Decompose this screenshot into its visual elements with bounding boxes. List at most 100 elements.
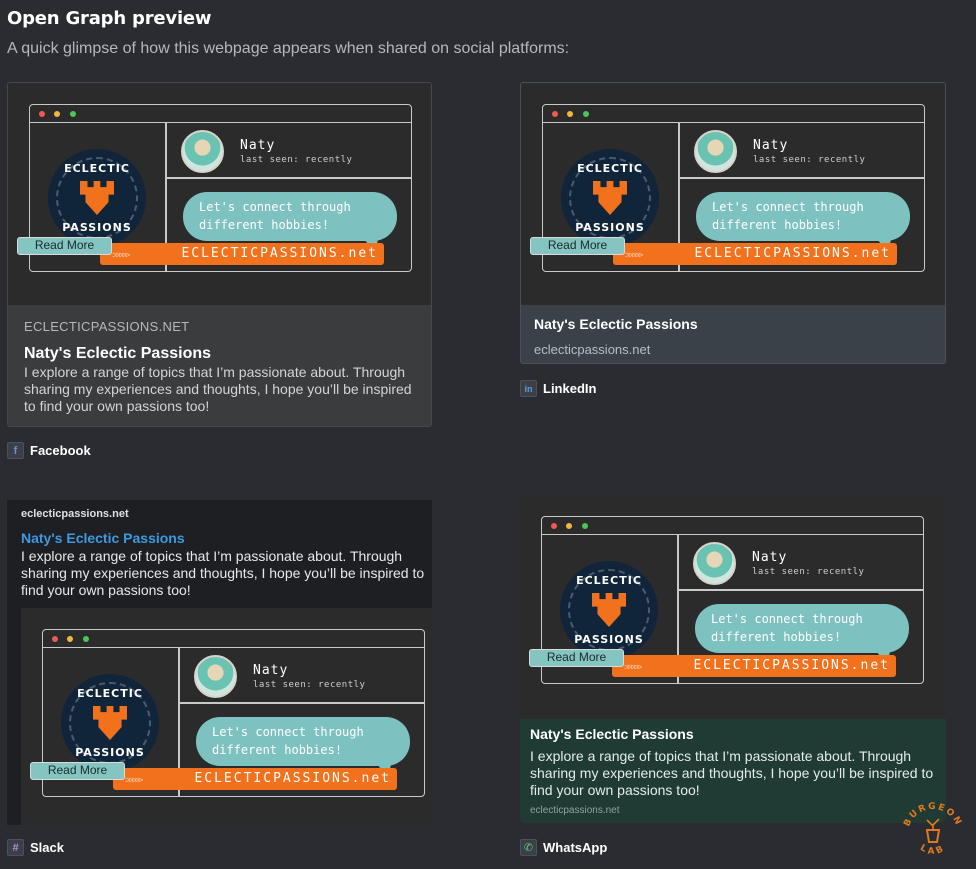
- divider: [178, 702, 424, 704]
- og-image: ECLECTIC PASSIONS Naty last seen: recent…: [8, 83, 431, 305]
- chevrons-decoration: >>>>>: [112, 250, 130, 260]
- logo-text-bottom: PASSIONS: [75, 746, 145, 759]
- read-more-button: Read More: [529, 649, 624, 667]
- preview-description: I explore a range of topics that I’m pas…: [21, 548, 425, 598]
- profile-name: Naty: [253, 663, 289, 678]
- logo-text-top: ECLECTIC: [576, 574, 642, 587]
- browser-topbar: [542, 517, 923, 535]
- og-image: ECLECTIC PASSIONS Naty last seen: recent…: [520, 495, 946, 719]
- logo-text-bottom: PASSIONS: [574, 633, 644, 646]
- last-seen: last seen: recently: [253, 680, 366, 690]
- chat-bubble: Let's connect through different hobbies!: [196, 717, 410, 766]
- slack-icon: #: [7, 839, 24, 856]
- last-seen: last seen: recently: [752, 567, 865, 577]
- close-dot-icon: [551, 523, 557, 529]
- platform-name: Facebook: [30, 443, 91, 458]
- profile-name: Naty: [752, 550, 788, 565]
- preview-description: I explore a range of topics that I’m pas…: [24, 364, 412, 414]
- browser-topbar: [43, 630, 424, 648]
- og-image: ECLECTIC PASSIONS Naty last seen: recent…: [21, 608, 432, 825]
- linkedin-preview-card[interactable]: ECLECTIC PASSIONS Naty last seen: recent…: [520, 82, 946, 364]
- avatar: [194, 655, 237, 698]
- avatar: [694, 130, 737, 173]
- whatsapp-preview-card[interactable]: ECLECTIC PASSIONS Naty last seen: recent…: [520, 495, 946, 823]
- whatsapp-icon: ✆: [520, 839, 537, 856]
- eclectic-passions-logo: ECLECTIC PASSIONS: [61, 674, 159, 772]
- slack-preview-card[interactable]: eclecticpassions.net Naty's Eclectic Pas…: [7, 500, 432, 825]
- preview-title: Naty's Eclectic Passions: [530, 726, 694, 742]
- preview-title-link[interactable]: Naty's Eclectic Passions: [21, 530, 185, 546]
- profile-name: Naty: [753, 138, 789, 153]
- svg-text:LAB: LAB: [918, 843, 948, 857]
- close-dot-icon: [39, 111, 45, 117]
- logo-text-bottom: PASSIONS: [575, 221, 645, 234]
- chevrons-decoration: >>>>>: [625, 250, 643, 260]
- linkedin-icon: in: [520, 380, 537, 397]
- platform-label-slack: # Slack: [7, 839, 64, 856]
- preview-title: Naty's Eclectic Passions: [24, 345, 212, 362]
- page-subtitle: A quick glimpse of how this webpage appe…: [7, 40, 570, 57]
- eclectic-passions-logo: ECLECTIC PASSIONS: [560, 561, 658, 659]
- bubble-line: Let's connect through: [199, 200, 351, 214]
- site-banner: ECLECTICPASSIONS.net: [612, 655, 896, 677]
- logo-text-bottom: PASSIONS: [62, 221, 132, 234]
- preview-domain: eclecticpassions.net: [530, 805, 620, 816]
- bubble-line: different hobbies!: [711, 630, 842, 644]
- logo-text-top: ECLECTIC: [64, 162, 130, 175]
- minimize-dot-icon: [566, 523, 572, 529]
- chevrons-decoration: >>>>>: [624, 662, 642, 672]
- preview-description: I explore a range of topics that I’m pas…: [530, 748, 934, 798]
- chevrons-decoration: >>>>>: [125, 775, 143, 785]
- preview-domain: eclecticpassions.net: [534, 342, 651, 357]
- burgeon-lab-logo: BURGEON LAB: [902, 802, 961, 857]
- bubble-line: Let's connect through: [711, 612, 863, 626]
- maximize-dot-icon: [582, 523, 588, 529]
- minimize-dot-icon: [567, 111, 573, 117]
- bubble-line: different hobbies!: [199, 218, 330, 232]
- platform-label-linkedin: in LinkedIn: [520, 380, 596, 397]
- divider: [165, 177, 411, 179]
- watermark-text-bottom: LAB: [918, 843, 945, 857]
- platform-name: Slack: [30, 840, 64, 855]
- facebook-preview-card[interactable]: ECLECTIC PASSIONS Naty last seen: recent…: [7, 82, 432, 427]
- maximize-dot-icon: [70, 111, 76, 117]
- close-dot-icon: [52, 636, 58, 642]
- eclectic-passions-logo: ECLECTIC PASSIONS: [48, 149, 146, 247]
- site-banner: ECLECTICPASSIONS.net: [113, 768, 397, 790]
- chat-bubble: Let's connect through different hobbies!: [696, 192, 910, 241]
- maximize-dot-icon: [583, 111, 589, 117]
- chat-bubble: Let's connect through different hobbies!: [183, 192, 397, 241]
- bubble-line: different hobbies!: [212, 743, 343, 757]
- logo-text-top: ECLECTIC: [77, 687, 143, 700]
- minimize-dot-icon: [54, 111, 60, 117]
- avatar: [181, 130, 224, 173]
- preview-site-name: eclecticpassions.net: [21, 508, 129, 520]
- logo-text-top: ECLECTIC: [577, 162, 643, 175]
- site-banner: ECLECTICPASSIONS.net: [100, 243, 384, 265]
- eclectic-passions-logo: ECLECTIC PASSIONS: [561, 149, 659, 247]
- read-more-button: Read More: [530, 237, 625, 255]
- site-banner: ECLECTICPASSIONS.net: [613, 243, 897, 265]
- og-image: ECLECTIC PASSIONS Naty last seen: recent…: [521, 83, 945, 305]
- chat-bubble: Let's connect through different hobbies!: [695, 604, 909, 653]
- avatar: [693, 542, 736, 585]
- platform-name: WhatsApp: [543, 840, 608, 855]
- platform-name: LinkedIn: [543, 381, 597, 396]
- close-dot-icon: [552, 111, 558, 117]
- browser-topbar: [543, 105, 924, 123]
- read-more-button: Read More: [30, 762, 125, 780]
- profile-name: Naty: [240, 138, 276, 153]
- minimize-dot-icon: [67, 636, 73, 642]
- last-seen: last seen: recently: [240, 155, 353, 165]
- preview-domain: ECLECTICPASSIONS.NET: [24, 319, 190, 334]
- last-seen: last seen: recently: [753, 155, 866, 165]
- maximize-dot-icon: [83, 636, 89, 642]
- bubble-line: Let's connect through: [212, 725, 364, 739]
- divider: [678, 177, 924, 179]
- preview-title: Naty's Eclectic Passions: [534, 316, 698, 332]
- platform-label-whatsapp: ✆ WhatsApp: [520, 839, 607, 856]
- facebook-icon: f: [7, 442, 24, 459]
- browser-topbar: [30, 105, 411, 123]
- page-title: Open Graph preview: [7, 8, 212, 29]
- divider: [677, 589, 923, 591]
